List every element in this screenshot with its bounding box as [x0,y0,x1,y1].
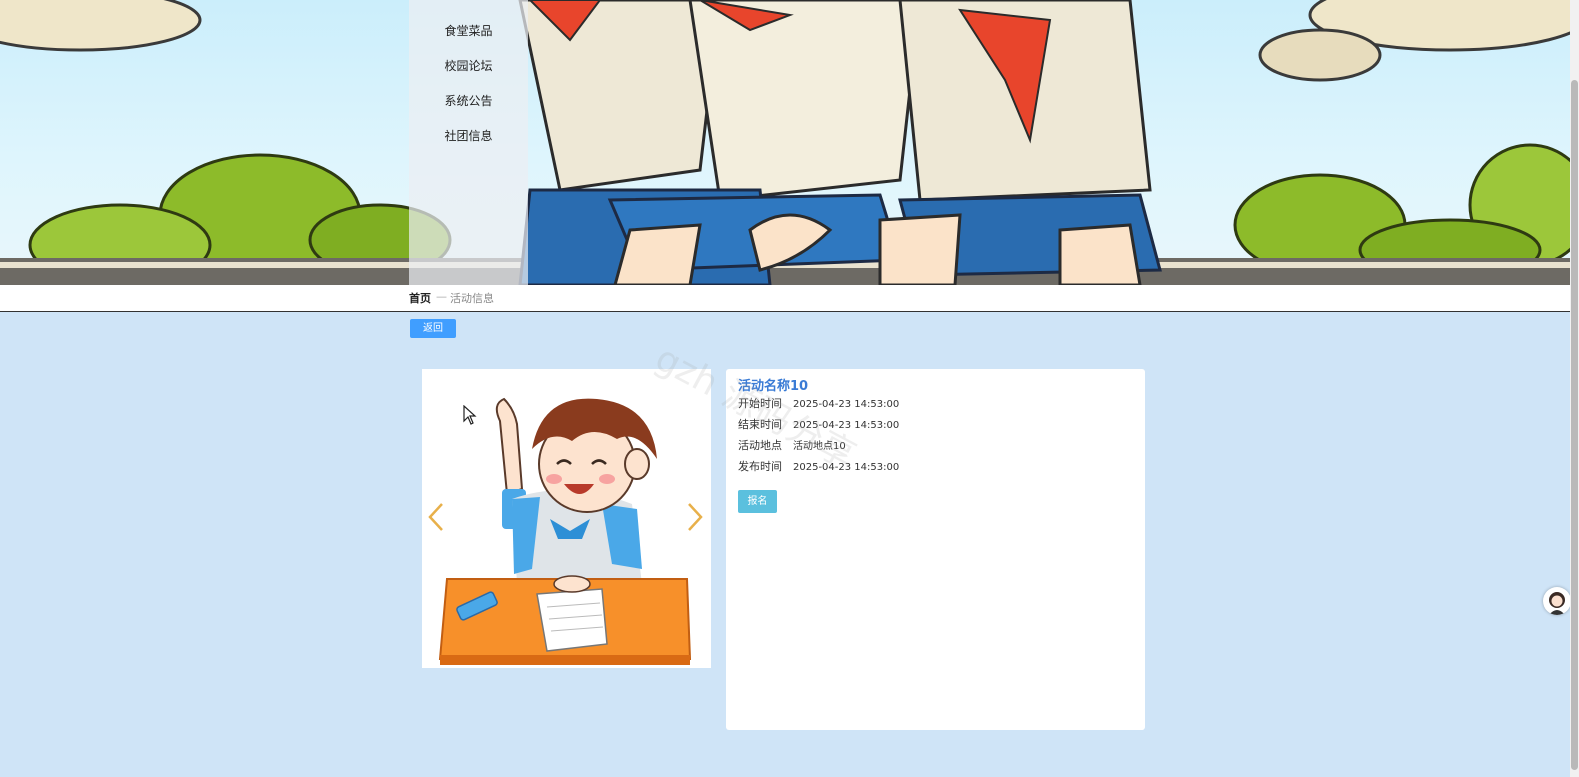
menu-item-campus-forum[interactable]: 校园论坛 [409,58,528,74]
activity-image [438,397,692,665]
detail-value: 2025-04-23 14:53:00 [793,399,900,410]
back-button[interactable]: 返回 [410,319,456,338]
menu-item-canteen-dishes[interactable]: 食堂菜品 [409,23,528,39]
image-carousel [422,369,711,668]
hero-illustration [0,0,1570,285]
breadcrumb-separator: — [436,290,447,303]
detail-value: 2025-04-23 14:53:00 [793,462,900,473]
detail-row-publish-time: 发布时间 2025-04-23 14:53:00 [738,458,899,474]
chevron-left-icon[interactable] [426,502,446,532]
avatar-icon[interactable] [1543,587,1571,615]
detail-label: 开始时间 [738,397,782,410]
breadcrumb-home[interactable]: 首页 [409,290,431,306]
menu-item-club-info[interactable]: 社团信息 [409,128,528,144]
detail-value: 2025-04-23 14:53:00 [793,420,900,431]
vertical-scrollbar[interactable] [1570,0,1579,777]
activity-title: 活动名称10 [738,379,809,394]
detail-row-start-time: 开始时间 2025-04-23 14:53:00 [738,395,899,411]
scrollbar-thumb[interactable] [1571,80,1578,770]
breadcrumb-current: 活动信息 [450,292,494,305]
detail-row-location: 活动地点 活动地点10 [738,437,846,453]
chevron-right-icon[interactable] [685,502,705,532]
hero-banner: 食堂菜品 校园论坛 系统公告 社团信息 [0,0,1570,285]
detail-label: 发布时间 [738,460,782,473]
page: 食堂菜品 校园论坛 系统公告 社团信息 首页 — 活动信息 返回 活动名称10 … [0,0,1579,777]
detail-value: 活动地点10 [793,441,846,452]
menu-item-system-notice[interactable]: 系统公告 [409,93,528,109]
activity-detail-card: 活动名称10 开始时间 2025-04-23 14:53:00 结束时间 2025-… [726,369,1145,730]
detail-row-end-time: 结束时间 2025-04-23 14:53:00 [738,416,899,432]
detail-label: 活动地点 [738,439,782,452]
side-menu: 食堂菜品 校园论坛 系统公告 社团信息 [409,0,528,285]
breadcrumb: 首页 — 活动信息 [0,285,1570,312]
signup-button[interactable]: 报名 [738,490,777,513]
detail-label: 结束时间 [738,418,782,431]
